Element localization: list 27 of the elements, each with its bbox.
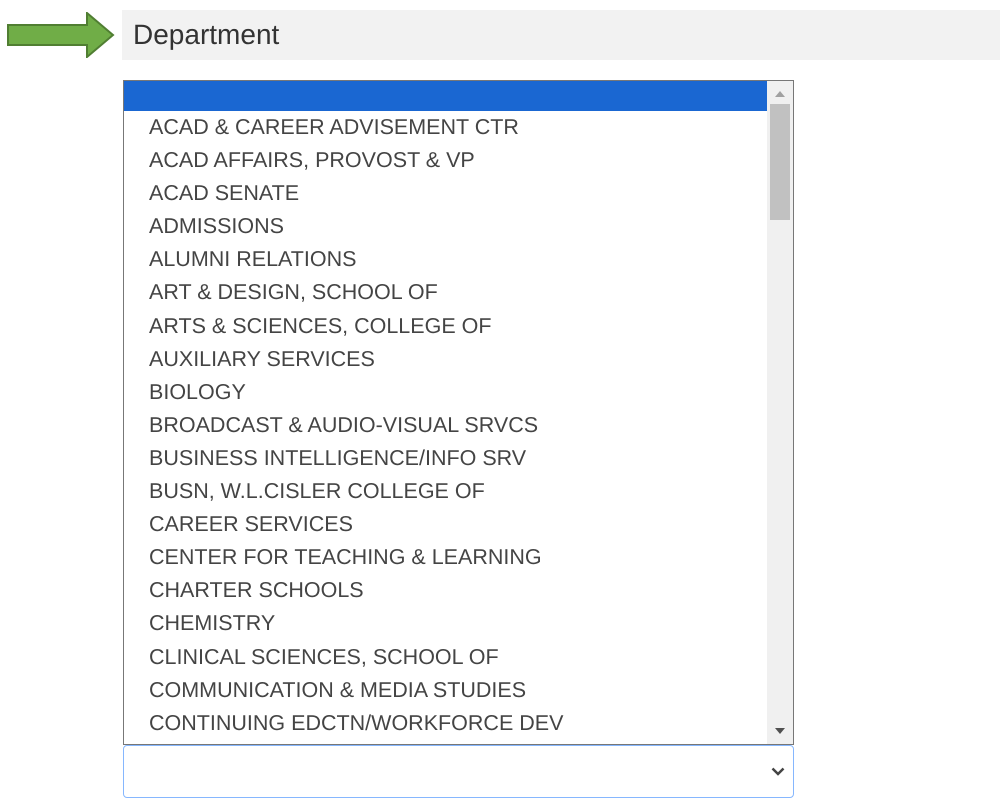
dropdown-option[interactable]: ALUMNI RELATIONS <box>124 243 767 276</box>
dropdown-option[interactable]: ACAD & CAREER ADVISEMENT CTR <box>124 111 767 144</box>
dropdown-option[interactable]: ADMISSIONS <box>124 210 767 244</box>
chevron-down-icon <box>771 767 785 776</box>
scrollbar-thumb[interactable] <box>770 104 790 220</box>
dropdown-option[interactable]: COMMUNICATION & MEDIA STUDIES <box>124 674 767 707</box>
field-label: Department <box>122 10 1000 60</box>
dropdown-option[interactable]: BUSINESS INTELLIGENCE/INFO SRV <box>124 442 767 476</box>
dropdown-option[interactable]: CONTINUING EDCTN/WORKFORCE DEV <box>124 706 767 740</box>
dropdown-option[interactable]: ACAD AFFAIRS, PROVOST & VP <box>124 144 767 178</box>
dropdown-option[interactable]: CHARTER SCHOOLS <box>124 574 767 608</box>
dropdown-option[interactable]: CAREER SERVICES <box>124 508 767 542</box>
scroll-down-icon[interactable] <box>774 727 786 735</box>
dropdown-option[interactable]: BIOLOGY <box>124 376 767 409</box>
dropdown-option[interactable]: BROADCAST & AUDIO-VISUAL SRVCS <box>124 408 767 442</box>
dropdown-option[interactable]: ACAD SENATE <box>124 177 767 210</box>
dropdown-option[interactable]: CLINICAL SCIENCES, SCHOOL OF <box>124 640 767 674</box>
dropdown-option[interactable]: AUXILIARY SERVICES <box>124 342 767 376</box>
scroll-up-icon[interactable] <box>774 90 786 98</box>
dropdown-option[interactable]: ARTS & SCIENCES, COLLEGE OF <box>124 310 767 343</box>
arrow-icon <box>7 12 115 58</box>
dropdown-option[interactable]: CENTER FOR TEACHING & LEARNING <box>124 541 767 574</box>
dropdown-option[interactable]: BUSN, W.L.CISLER COLLEGE OF <box>124 475 767 508</box>
dropdown-option[interactable]: CHEMISTRY <box>124 607 767 640</box>
select-field[interactable] <box>123 745 794 798</box>
dropdown-option[interactable]: ART & DESIGN, SCHOOL OF <box>124 276 767 310</box>
scrollbar[interactable] <box>767 81 793 744</box>
